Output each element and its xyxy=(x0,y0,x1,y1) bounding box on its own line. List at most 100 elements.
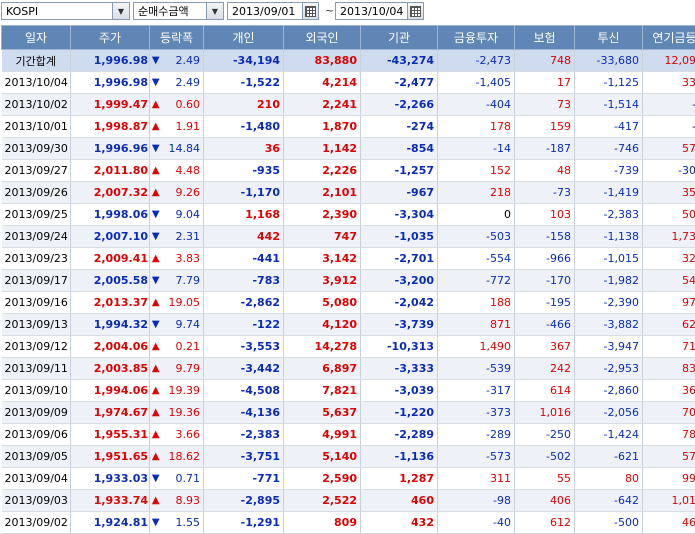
table-row[interactable]: 2013/09/021,924.81▼1.55-1,291809432-4061… xyxy=(2,512,695,534)
change-cell: 19.36 xyxy=(162,402,204,424)
table-row[interactable]: 2013/09/131,994.32▼9.74-1224,120-3,73987… xyxy=(2,314,695,336)
change-cell: 2.49 xyxy=(162,72,204,94)
triangle-up-icon: ▲ xyxy=(150,248,162,270)
pension-value: 971 xyxy=(643,292,695,314)
foreign-value: 5,637 xyxy=(284,402,361,424)
date-cell: 2013/09/25 xyxy=(2,204,71,226)
pension-value: 504 xyxy=(643,204,695,226)
table-row-total[interactable]: 기간합계1,996.98▼2.49-34,19483,880-43,274-2,… xyxy=(2,50,695,72)
institution-value: -1,035 xyxy=(361,226,438,248)
price-cell: 1,933.03 xyxy=(71,468,150,490)
col-change[interactable]: 등락폭 xyxy=(150,26,204,50)
table-row[interactable]: 2013/09/112,003.85▲9.79-3,4426,897-3,333… xyxy=(2,358,695,380)
calendar-icon[interactable] xyxy=(407,3,423,19)
foreign-value: 2,390 xyxy=(284,204,361,226)
col-foreign[interactable]: 외국인 xyxy=(284,26,361,50)
individual-value: -4,136 xyxy=(204,402,284,424)
individual-value: -1,480 xyxy=(204,116,284,138)
investment-trust-value: -1,982 xyxy=(575,270,643,292)
date-cell: 2013/09/11 xyxy=(2,358,71,380)
institution-value: -3,333 xyxy=(361,358,438,380)
date-from-value[interactable]: 2013/09/01 xyxy=(228,5,302,18)
financial-investment-value: 218 xyxy=(438,182,515,204)
table-row[interactable]: 2013/09/061,955.31▲3.66-2,3834,991-2,289… xyxy=(2,424,695,446)
metric-select[interactable]: 순매수금액 ▼ xyxy=(133,2,224,20)
institution-value: 432 xyxy=(361,512,438,534)
col-price[interactable]: 주가 xyxy=(71,26,150,50)
change-cell: 2.31 xyxy=(162,226,204,248)
toolbar: KOSPI ▼ 순매수금액 ▼ 2013/09/01 ~ 2013/10/04 xyxy=(0,0,695,24)
table-row[interactable]: 2013/09/051,951.65▲18.62-3,7515,140-1,13… xyxy=(2,446,695,468)
table-row[interactable]: 2013/09/232,009.41▲3.83-4413,142-2,701-5… xyxy=(2,248,695,270)
foreign-value: 7,821 xyxy=(284,380,361,402)
investment-trust-value: -2,383 xyxy=(575,204,643,226)
individual-value: -3,553 xyxy=(204,336,284,358)
price-cell: 2,005.58 xyxy=(71,270,150,292)
change-cell: 9.26 xyxy=(162,182,204,204)
financial-investment-value: -373 xyxy=(438,402,515,424)
date-from-field[interactable]: 2013/09/01 xyxy=(227,2,319,20)
table-row[interactable]: 2013/09/041,933.03▼0.71-7712,5901,287311… xyxy=(2,468,695,490)
col-individual[interactable]: 개인 xyxy=(204,26,284,50)
date-cell: 2013/10/04 xyxy=(2,72,71,94)
table-row[interactable]: 2013/10/041,996.98▼2.49-1,5224,214-2,477… xyxy=(2,72,695,94)
institution-value: -10,313 xyxy=(361,336,438,358)
individual-value: -935 xyxy=(204,160,284,182)
col-pension[interactable]: 연기금등 xyxy=(643,26,695,50)
table-row[interactable]: 2013/09/251,998.06▼9.041,1682,390-3,3040… xyxy=(2,204,695,226)
chevron-down-icon[interactable]: ▼ xyxy=(206,3,223,19)
insurance-value: 367 xyxy=(515,336,575,358)
price-cell: 2,011.80 xyxy=(71,160,150,182)
financial-investment-value: -1,405 xyxy=(438,72,515,94)
date-range-separator: ~ xyxy=(325,4,334,17)
col-institution[interactable]: 기관 xyxy=(361,26,438,50)
foreign-value: 14,278 xyxy=(284,336,361,358)
price-cell: 1,998.06 xyxy=(71,204,150,226)
individual-value: -2,862 xyxy=(204,292,284,314)
individual-value: -122 xyxy=(204,314,284,336)
metric-select-value: 순매수금액 xyxy=(134,3,206,19)
market-select-value: KOSPI xyxy=(2,5,112,18)
institution-value: -3,039 xyxy=(361,380,438,402)
foreign-value: 747 xyxy=(284,226,361,248)
individual-value: -771 xyxy=(204,468,284,490)
table-row[interactable]: 2013/09/122,004.06▲0.21-3,55314,278-10,3… xyxy=(2,336,695,358)
market-select[interactable]: KOSPI ▼ xyxy=(1,2,130,20)
chevron-down-icon[interactable]: ▼ xyxy=(112,3,129,19)
col-insurance[interactable]: 보험 xyxy=(515,26,575,50)
date-cell: 2013/09/26 xyxy=(2,182,71,204)
insurance-value: 48 xyxy=(515,160,575,182)
table-row[interactable]: 2013/10/021,999.47▲0.602102,241-2,266-40… xyxy=(2,94,695,116)
table-row[interactable]: 2013/10/011,998.87▲1.91-1,4801,870-27417… xyxy=(2,116,695,138)
pension-value: 833 xyxy=(643,358,695,380)
table-row[interactable]: 2013/09/172,005.58▼7.79-7833,912-3,200-7… xyxy=(2,270,695,292)
financial-investment-value: -289 xyxy=(438,424,515,446)
change-cell: 18.62 xyxy=(162,446,204,468)
table-row[interactable]: 2013/09/262,007.32▲9.26-1,1702,101-96721… xyxy=(2,182,695,204)
table-row[interactable]: 2013/09/272,011.80▲4.48-9352,226-1,25715… xyxy=(2,160,695,182)
insurance-value: 748 xyxy=(515,50,575,72)
financial-investment-value: -539 xyxy=(438,358,515,380)
pension-value: 463 xyxy=(643,512,695,534)
col-financial-investment[interactable]: 금융투자 xyxy=(438,26,515,50)
table-row[interactable]: 2013/09/101,994.06▲19.39-4,5087,821-3,03… xyxy=(2,380,695,402)
price-cell: 2,007.32 xyxy=(71,182,150,204)
col-date[interactable]: 일자 xyxy=(2,26,71,50)
col-investment-trust[interactable]: 투신 xyxy=(575,26,643,50)
table-row[interactable]: 2013/09/091,974.67▲19.36-4,1365,637-1,22… xyxy=(2,402,695,424)
investment-trust-value: -621 xyxy=(575,446,643,468)
calendar-icon[interactable] xyxy=(302,3,318,19)
date-cell: 2013/09/27 xyxy=(2,160,71,182)
foreign-value: 2,226 xyxy=(284,160,361,182)
date-cell: 2013/10/02 xyxy=(2,94,71,116)
financial-investment-value: 1,490 xyxy=(438,336,515,358)
individual-value: -1,170 xyxy=(204,182,284,204)
table-row[interactable]: 2013/09/242,007.10▼2.31442747-1,035-503-… xyxy=(2,226,695,248)
table-row[interactable]: 2013/09/301,996.96▼14.84361,142-854-14-1… xyxy=(2,138,695,160)
institution-value: -1,136 xyxy=(361,446,438,468)
table-row[interactable]: 2013/09/162,013.37▲19.05-2,8625,080-2,04… xyxy=(2,292,695,314)
financial-investment-value: 178 xyxy=(438,116,515,138)
date-to-field[interactable]: 2013/10/04 xyxy=(335,2,424,20)
insurance-value: 614 xyxy=(515,380,575,402)
date-to-value[interactable]: 2013/10/04 xyxy=(336,5,407,18)
